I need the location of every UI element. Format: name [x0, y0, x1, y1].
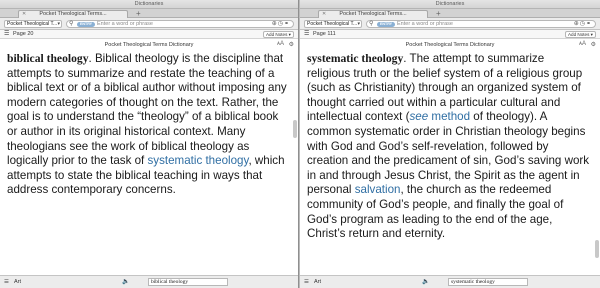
tab-pocket-theological-terms[interactable]: ✕ Pocket Theological Terms...: [18, 10, 128, 18]
entry-headword: biblical theology: [7, 52, 89, 65]
link-icon[interactable]: ⚭: [284, 21, 290, 27]
window-title: Dictionaries: [300, 0, 600, 9]
chevron-down-icon: ▾: [57, 21, 60, 27]
panel-title: Pocket Theological Terms Dictionary: [104, 42, 194, 48]
search-tools: ⊕◷⚭: [574, 21, 592, 28]
footer-bar: ☰ Art 🔈 biblical theology: [0, 275, 298, 288]
close-tab-icon[interactable]: ✕: [322, 11, 326, 18]
chevron-down-icon: ▾: [357, 21, 360, 27]
page-indicator: Page 111: [313, 31, 336, 37]
entry-text: . Biblical theology is the discipline th…: [7, 52, 287, 168]
cross-reference-link[interactable]: method: [431, 110, 470, 123]
gear-icon[interactable]: ⚙: [591, 41, 596, 48]
page-indicator: Page 20: [13, 31, 34, 37]
gear-icon[interactable]: ⚙: [289, 41, 294, 48]
cross-reference-link[interactable]: systematic theology: [147, 154, 248, 167]
left-pane: Dictionaries ✕ Pocket Theological Terms.…: [0, 0, 299, 288]
right-pane: Dictionaries ✕ Pocket Theological Terms.…: [300, 0, 600, 288]
new-tab-icon[interactable]: +: [436, 9, 441, 18]
search-placeholder: Enter a word or phrase: [97, 21, 153, 27]
tab-bar: ✕ Pocket Theological Terms... +: [300, 9, 600, 18]
panel-title: Pocket Theological Terms Dictionary: [405, 42, 495, 48]
table-of-contents-icon[interactable]: ☰: [4, 30, 9, 39]
see-reference: see: [409, 110, 429, 124]
font-size-icon[interactable]: ᴀA: [277, 41, 284, 47]
footer-bar: ☰ Art 🔈 systematic theology: [300, 275, 600, 288]
dictionary-entry: systematic theology. The attempt to summ…: [307, 52, 590, 242]
resource-select[interactable]: Pocket Theological T... ▾: [304, 20, 362, 28]
art-toggle[interactable]: Art: [14, 278, 21, 286]
add-notes-label: Add Notes: [265, 32, 288, 37]
cross-reference-link[interactable]: salvation: [355, 183, 401, 196]
close-tab-icon[interactable]: ✕: [22, 11, 26, 18]
search-input[interactable]: ⚲ ENTRY Enter a word or phrase ⊕◷⚭: [366, 20, 596, 28]
search-placeholder: Enter a word or phrase: [397, 21, 453, 27]
entry-pill[interactable]: ENTRY: [77, 22, 96, 27]
search-input[interactable]: ⚲ ENTRY Enter a word or phrase ⊕◷⚭: [66, 20, 294, 28]
toolbar: Pocket Theological T... ▾ ⚲ ENTRY Enter …: [0, 18, 298, 30]
font-size-icon[interactable]: ᴀA: [579, 41, 586, 47]
scrollbar[interactable]: [293, 120, 297, 138]
new-tab-icon[interactable]: +: [136, 9, 141, 18]
dictionary-entry: biblical theology. Biblical theology is …: [7, 52, 288, 198]
entry-headword: systematic theology: [307, 52, 404, 65]
resource-select-value: Pocket Theological T...: [307, 21, 358, 27]
tab-label: Pocket Theological Terms...: [39, 11, 107, 17]
add-notes-button[interactable]: Add Notes ▾: [564, 31, 596, 38]
menu-icon[interactable]: ☰: [304, 278, 309, 286]
link-icon[interactable]: ⚭: [586, 21, 592, 27]
headword-field[interactable]: systematic theology: [448, 278, 528, 286]
search-icon: ⚲: [369, 21, 374, 27]
window-title: Dictionaries: [0, 0, 298, 9]
headword-field[interactable]: biblical theology: [148, 278, 228, 286]
speaker-icon[interactable]: 🔈: [422, 278, 429, 286]
add-notes-label: Add Notes: [567, 32, 590, 37]
panel-header: Pocket Theological Terms Dictionary ᴀA ⚙: [300, 40, 600, 51]
resource-select-value: Pocket Theological T...: [7, 21, 58, 27]
entry-pill[interactable]: ENTRY: [377, 22, 396, 27]
search-tools: ⊕◷⚭: [272, 21, 290, 28]
add-notes-button[interactable]: Add Notes ▾: [262, 31, 294, 38]
search-icon: ⚲: [69, 21, 74, 27]
tab-label: Pocket Theological Terms...: [339, 11, 407, 17]
toolbar: Pocket Theological T... ▾ ⚲ ENTRY Enter …: [300, 18, 600, 30]
menu-icon[interactable]: ☰: [4, 278, 9, 286]
table-of-contents-icon[interactable]: ☰: [304, 30, 309, 39]
panel-header: Pocket Theological Terms Dictionary ᴀA ⚙: [0, 40, 298, 51]
tab-bar: ✕ Pocket Theological Terms... +: [0, 9, 298, 18]
nav-bar: ☰ Page 20 Add Notes ▾: [0, 30, 298, 39]
resource-select[interactable]: Pocket Theological T... ▾: [4, 20, 62, 28]
scrollbar[interactable]: [595, 240, 599, 258]
art-toggle[interactable]: Art: [314, 278, 321, 286]
tab-pocket-theological-terms[interactable]: ✕ Pocket Theological Terms...: [318, 10, 428, 18]
nav-bar: ☰ Page 111 Add Notes ▾: [300, 30, 600, 39]
speaker-icon[interactable]: 🔈: [122, 278, 129, 286]
